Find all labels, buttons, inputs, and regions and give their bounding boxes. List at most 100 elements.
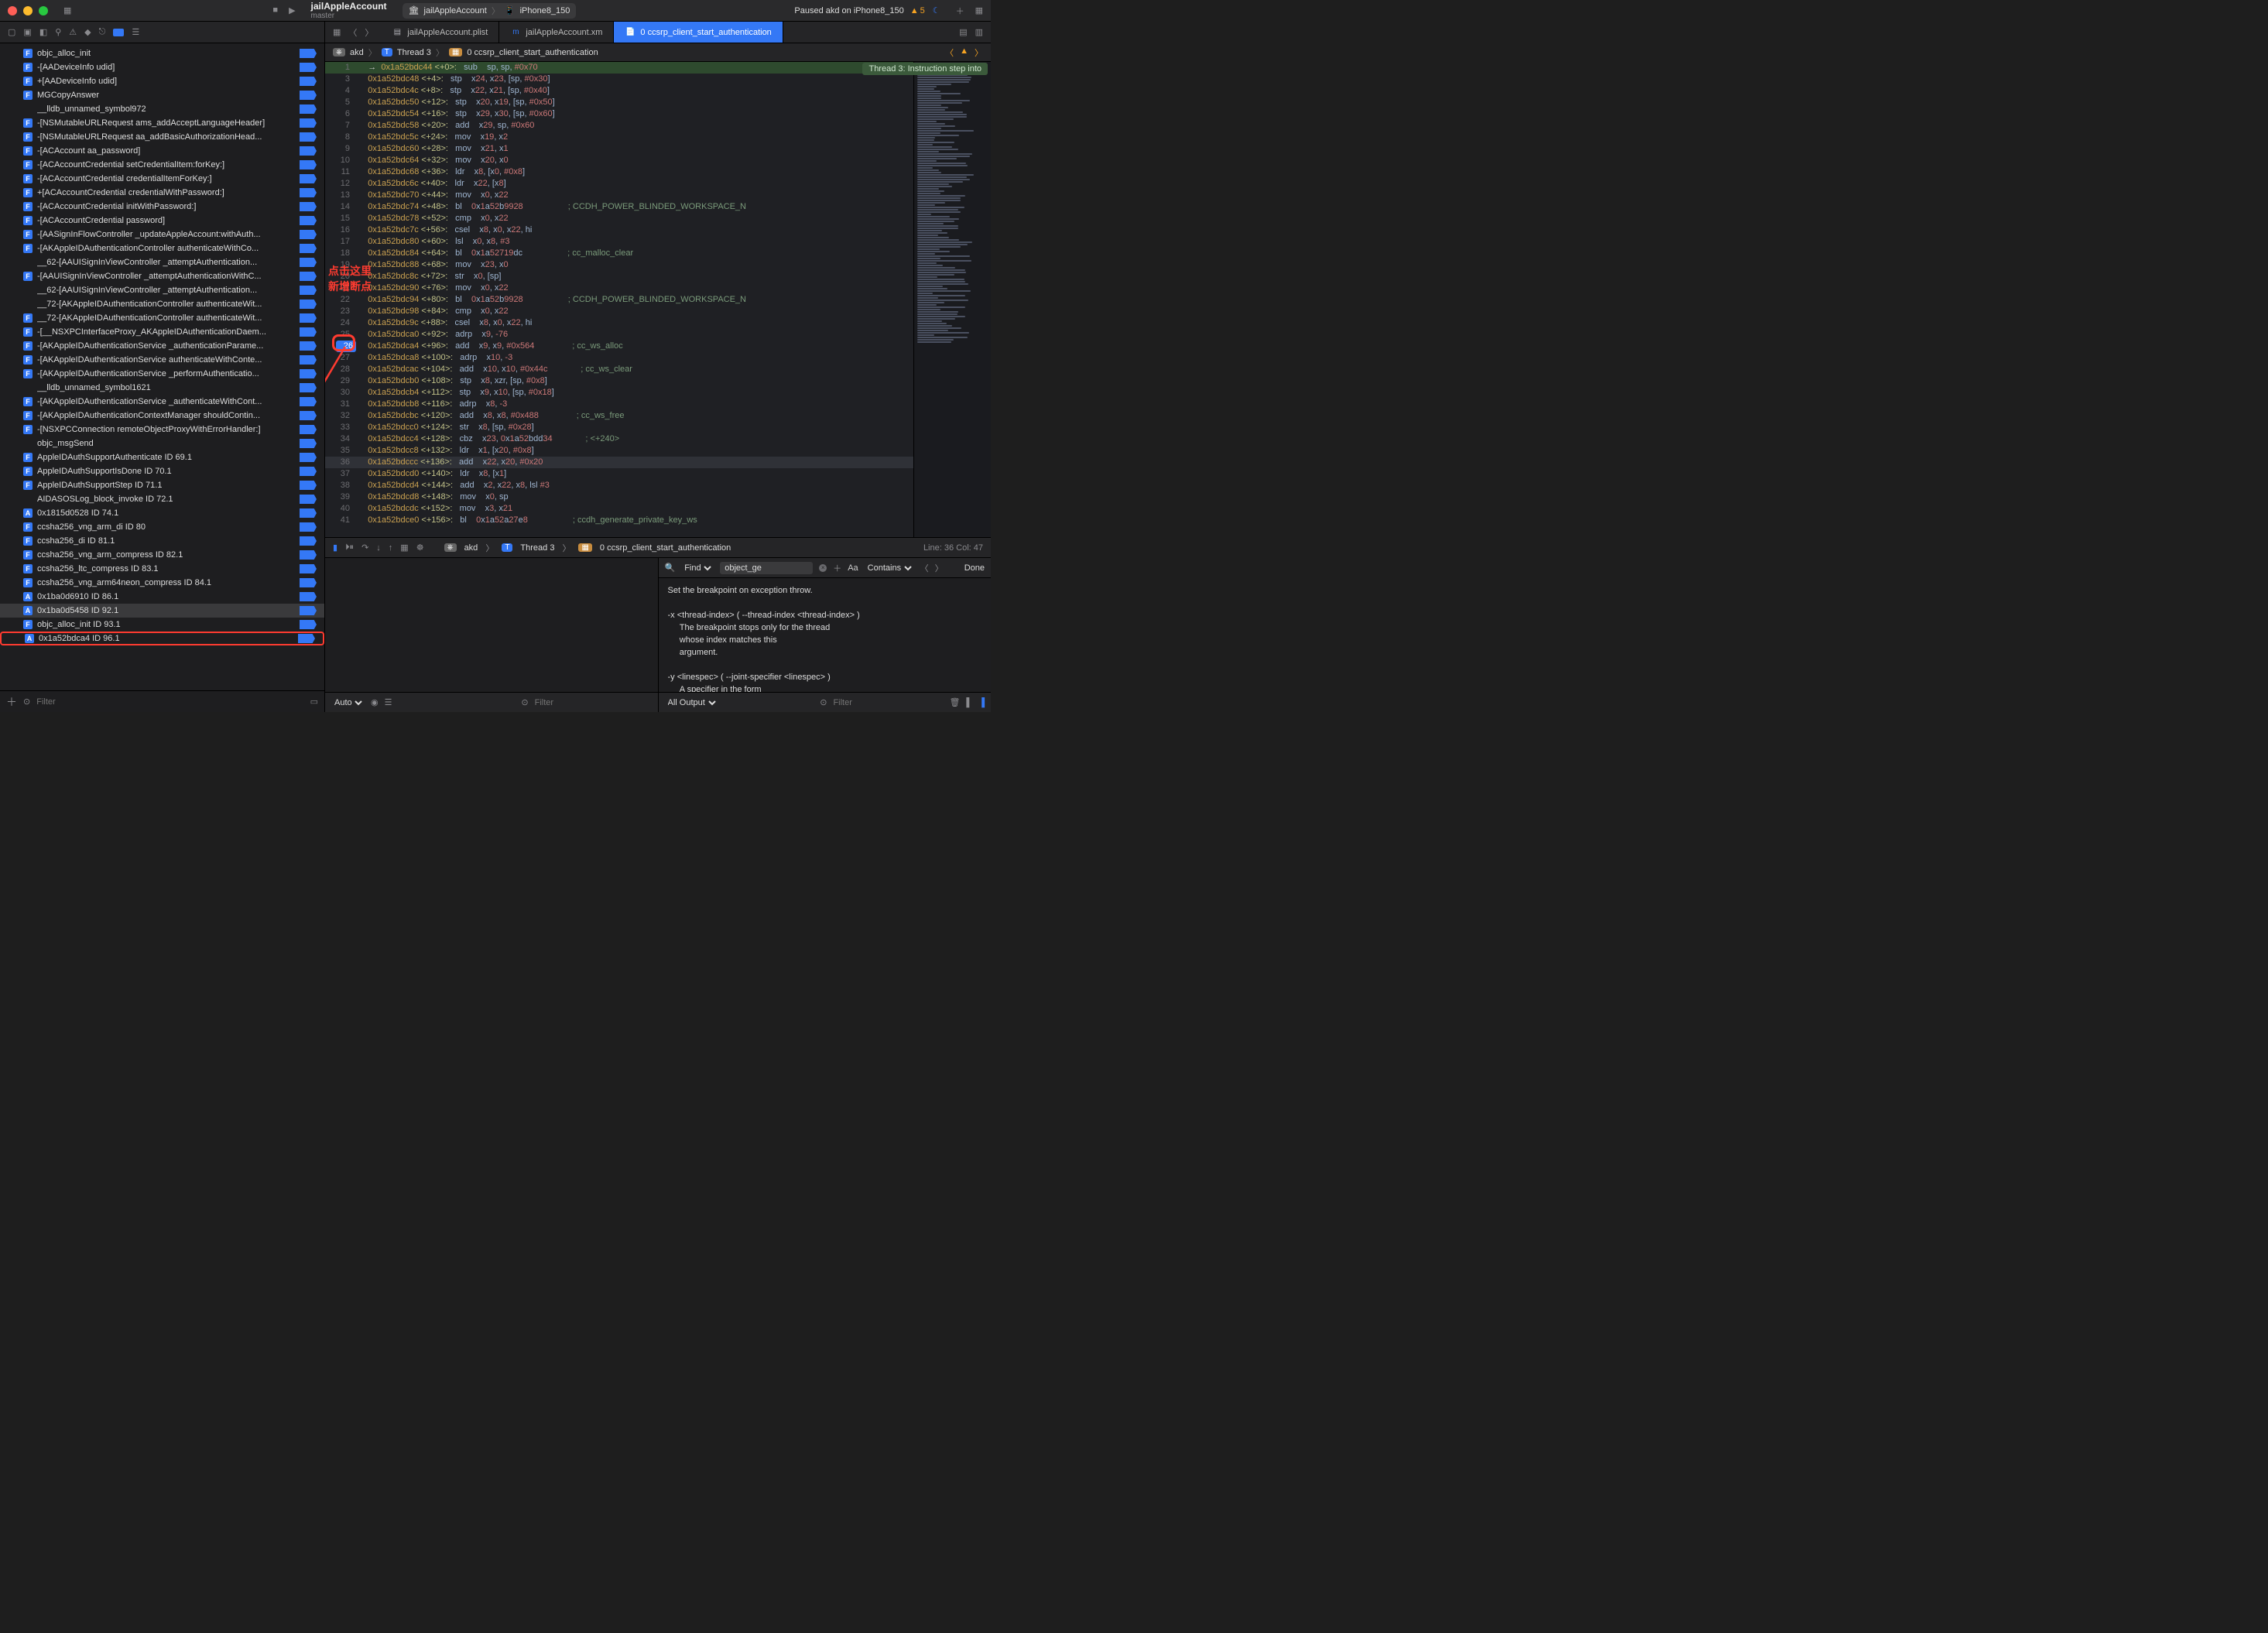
panel-left-icon[interactable]: ▌ [966,698,972,707]
disassembly-view[interactable]: 1 → 0x1a52bdc44 <+0>: sub sp, sp, #0x703… [325,62,913,537]
moon-icon[interactable]: ☾ [933,5,940,15]
breakpoint-row[interactable]: Fobjc_alloc_init ID 93.1 [0,618,324,632]
line-gutter[interactable]: 4 [325,85,356,97]
warning-icon[interactable]: ▲ [910,6,919,15]
breakpoint-enabled-flag[interactable] [300,522,317,532]
breakpoint-row[interactable]: F-[AKAppleIDAuthenticationService authen… [0,353,324,367]
scheme-selector[interactable]: 🏛 jailAppleAccount 〉 📱 iPhone8_150 [403,3,577,19]
breakpoint-enabled-flag[interactable] [300,383,317,392]
breakpoint-enabled-flag[interactable] [300,49,317,58]
breakpoint-enabled-flag[interactable] [300,300,317,309]
add-icon[interactable]: ＋ [956,5,964,17]
code-line[interactable]: 31 0x1a52bdcb8 <+116>: adrp x8, -3 [325,399,913,410]
code-line[interactable]: 36 0x1a52bdccc <+136>: add x22, x20, #0x… [325,457,913,468]
code-line[interactable]: 35 0x1a52bdcc8 <+132>: ldr x1, [x20, #0x… [325,445,913,457]
breakpoint-enabled-flag[interactable] [300,202,317,211]
breakpoint-row[interactable]: A0x1815d0528 ID 74.1 [0,506,324,520]
breakpoint-toggle-icon[interactable]: ▮ [333,543,337,553]
breakpoint-enabled-flag[interactable] [298,634,315,643]
sidebar-toggle-icon[interactable]: ▦ [63,5,71,15]
breakpoint-row[interactable]: A0x1a52bdca4 ID 96.1 [0,632,324,645]
line-gutter[interactable]: 41 [325,515,356,526]
breakpoint-enabled-flag[interactable] [300,411,317,420]
code-line[interactable]: 5 0x1a52bdc50 <+12>: stp x20, x19, [sp, … [325,97,913,108]
stop-icon[interactable]: ■ [272,5,278,15]
line-gutter[interactable]: 1 [325,62,356,74]
breakpoint-enabled-flag[interactable] [300,188,317,197]
simulate-icon[interactable]: ☸ [416,543,424,553]
nav-test-icon[interactable]: ◆ [84,27,91,37]
breakpoint-row[interactable]: F-[ACAccountCredential initWithPassword:… [0,200,324,214]
maximize-icon[interactable] [39,6,48,15]
breakpoint-row[interactable]: A0x1ba0d6910 ID 86.1 [0,590,324,604]
code-line[interactable]: 19 0x1a52bdc88 <+68>: mov x23, x0 [325,259,913,271]
line-gutter[interactable]: 25 [325,329,356,341]
forward-icon[interactable]: 〉 [365,26,373,39]
find-done-button[interactable]: Done [964,563,985,573]
line-gutter[interactable]: 3 [325,74,356,85]
prev-issue-icon[interactable]: 〈 [945,46,954,59]
breakpoint-row[interactable]: FAppleIDAuthSupportStep ID 71.1 [0,478,324,492]
breakpoint-row[interactable]: objc_msgSend [0,436,324,450]
code-line[interactable]: 4 0x1a52bdc4c <+8>: stp x22, x21, [sp, #… [325,85,913,97]
breakpoint-row[interactable]: F-[AKAppleIDAuthenticationService _authe… [0,339,324,353]
code-line[interactable]: 1 → 0x1a52bdc44 <+0>: sub sp, sp, #0x70 [325,62,913,74]
line-gutter[interactable]: 35 [325,445,356,457]
tab-file-0[interactable]: ▤ jailAppleAccount.plist [381,22,499,43]
line-gutter[interactable]: 31 [325,399,356,410]
tab-file-1[interactable]: m jailAppleAccount.xm [499,22,614,43]
next-issue-icon[interactable]: 〉 [975,46,983,59]
line-gutter[interactable]: 38 [325,480,356,491]
code-line[interactable]: 15 0x1a52bdc78 <+52>: cmp x0, x22 [325,213,913,224]
breakpoint-row[interactable]: Fccsha256_vng_arm_di ID 80 [0,520,324,534]
breakpoint-enabled-flag[interactable] [300,564,317,573]
close-icon[interactable] [8,6,17,15]
breakpoint-enabled-flag[interactable] [300,425,317,434]
line-gutter[interactable]: 14 [325,201,356,213]
breakpoint-enabled-flag[interactable] [300,606,317,615]
breakpoint-enabled-flag[interactable] [300,341,317,351]
breakpoint-enabled-flag[interactable] [300,118,317,128]
nav-find-icon[interactable]: ⚲ [55,27,61,37]
breakpoint-row[interactable]: F+[ACAccountCredential credentialWithPas… [0,186,324,200]
breakpoint-enabled-flag[interactable] [300,327,317,337]
add-breakpoint-button[interactable]: ＋ [6,694,17,710]
trash-icon[interactable]: 🗑 [949,697,960,707]
line-gutter[interactable]: 17 [325,236,356,248]
line-gutter[interactable]: 21 [325,282,356,294]
breakpoint-enabled-flag[interactable] [300,536,317,546]
breakpoint-row[interactable]: F-[ACAccountCredential credentialItemFor… [0,172,324,186]
code-line[interactable]: 25 0x1a52bdca0 <+92>: adrp x9, -76 [325,329,913,341]
breakpoint-enabled-flag[interactable] [300,258,317,267]
code-line[interactable]: 23 0x1a52bdc98 <+84>: cmp x0, x22 [325,306,913,317]
breakpoint-enabled-flag[interactable] [300,355,317,365]
tab-file-2[interactable]: 📄 0 ccsrp_client_start_authentication [614,22,783,43]
code-line[interactable]: 11 0x1a52bdc68 <+36>: ldr x8, [x0, #0x8] [325,166,913,178]
code-line[interactable]: 28 0x1a52bdcac <+104>: add x10, x10, #0x… [325,364,913,375]
line-gutter[interactable]: 23 [325,306,356,317]
code-line[interactable]: 26 0x1a52bdca4 <+96>: add x9, x9, #0x564… [325,341,913,352]
nav-symbol-icon[interactable]: ◧ [39,27,47,37]
find-input[interactable] [720,562,813,574]
breakpoint-enabled-flag[interactable] [300,495,317,504]
breakpoint-row[interactable]: F+[AADeviceInfo udid] [0,74,324,88]
line-gutter[interactable]: 16 [325,224,356,236]
nav-source-icon[interactable]: ▣ [23,27,31,37]
breakpoint-enabled-flag[interactable] [300,230,317,239]
find-mode-select[interactable]: Find [681,563,714,573]
code-line[interactable]: 16 0x1a52bdc7c <+56>: csel x8, x0, x22, … [325,224,913,236]
breakpoint-enabled-flag[interactable] [300,592,317,601]
code-line[interactable]: 9 0x1a52bdc60 <+28>: mov x21, x1 [325,143,913,155]
breakpoint-enabled-flag[interactable] [300,397,317,406]
breakpoint-enabled-flag[interactable] [300,160,317,169]
breakpoint-row[interactable]: F-[NSXPCConnection remoteObjectProxyWith… [0,423,324,436]
code-line[interactable]: 32 0x1a52bdcbc <+120>: add x8, x8, #0x48… [325,410,913,422]
breakpoint-enabled-flag[interactable] [300,620,317,629]
code-line[interactable]: 8 0x1a52bdc5c <+24>: mov x19, x2 [325,132,913,143]
step-out-icon[interactable]: ↑ [389,543,393,553]
code-line[interactable]: 40 0x1a52bdcdc <+152>: mov x3, x21 [325,503,913,515]
console-output-select[interactable]: All Output [665,697,718,708]
line-gutter[interactable]: 6 [325,108,356,120]
line-gutter[interactable]: 7 [325,120,356,132]
line-gutter[interactable]: 22 [325,294,356,306]
